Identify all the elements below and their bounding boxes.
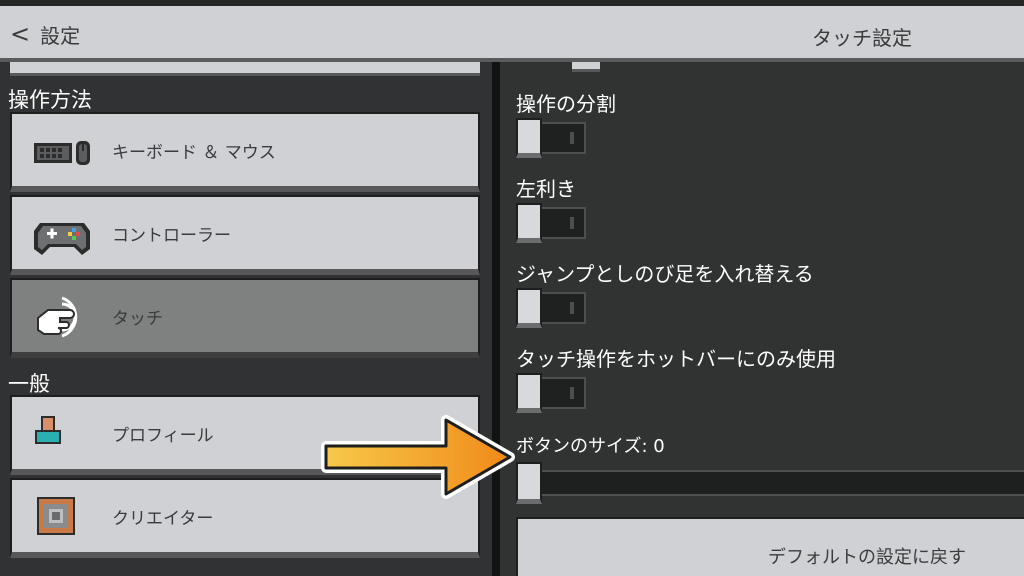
back-button[interactable]: < 設定 xyxy=(10,16,80,52)
toggle-off-mark xyxy=(570,132,574,144)
page-title: タッチ設定 xyxy=(812,26,912,50)
button-size-slider[interactable] xyxy=(516,462,1024,504)
creator-icon xyxy=(37,497,75,535)
keyboard-mouse-icon xyxy=(34,141,90,165)
header-bar: < 設定 タッチ設定 xyxy=(0,6,1024,62)
sidebar-item-controller[interactable]: コントローラー xyxy=(10,195,480,275)
toggle-knob[interactable] xyxy=(516,118,542,158)
toggle-knob[interactable] xyxy=(516,373,542,413)
sidebar-item-label: クリエイター xyxy=(112,508,214,529)
sidebar-item-label: コントローラー xyxy=(112,225,231,246)
button-size-label: ボタンのサイズ: 0 xyxy=(516,436,665,457)
back-label: 設定 xyxy=(40,23,81,48)
sidebar-partial-button[interactable] xyxy=(10,62,480,76)
slider-knob[interactable] xyxy=(516,462,542,504)
slider-track xyxy=(520,470,1024,496)
option-label-left-handed: 左利き xyxy=(516,177,576,201)
pointer-arrow-icon xyxy=(321,415,515,499)
section-label-general: 一般 xyxy=(8,372,50,396)
partial-toggle[interactable] xyxy=(572,62,600,72)
touch-icon xyxy=(37,296,78,338)
toggle-knob[interactable] xyxy=(516,288,542,328)
profile-icon xyxy=(35,416,61,444)
split-controls-toggle[interactable] xyxy=(516,118,588,158)
app-window: < 設定 タッチ設定 操作方法 キーボード ＆ マウス コントローラー タッチ … xyxy=(0,0,1024,576)
reset-defaults-label: デフォルトの設定に戻す xyxy=(768,547,966,568)
section-label-controls: 操作方法 xyxy=(8,88,92,112)
option-label-split-controls: 操作の分割 xyxy=(516,92,616,116)
toggle-knob[interactable] xyxy=(516,203,542,243)
toggle-off-mark xyxy=(570,387,574,399)
left-handed-toggle[interactable] xyxy=(516,203,588,243)
toggle-off-mark xyxy=(570,217,574,229)
controller-icon xyxy=(34,223,90,255)
sidebar-item-touch[interactable]: タッチ xyxy=(10,278,480,358)
sidebar-item-label: プロフィール xyxy=(112,425,214,446)
swap-jump-sneak-toggle[interactable] xyxy=(516,288,588,328)
settings-panel[interactable]: 操作の分割 左利き ジャンプとしのび足を入れ替える タッチ操作をホットバーにのみ… xyxy=(500,62,1024,576)
reset-defaults-button[interactable]: デフォルトの設定に戻す xyxy=(516,517,1024,576)
sidebar-item-label: タッチ xyxy=(112,308,163,329)
toggle-off-mark xyxy=(570,302,574,314)
option-label-swap-jump-sneak: ジャンプとしのび足を入れ替える xyxy=(516,262,814,286)
sidebar-item-label: キーボード ＆ マウス xyxy=(112,142,276,163)
hotbar-only-touch-toggle[interactable] xyxy=(516,373,588,413)
sidebar-item-keyboard-mouse[interactable]: キーボード ＆ マウス xyxy=(10,112,480,192)
option-label-hotbar-only-touch: タッチ操作をホットバーにのみ使用 xyxy=(516,347,836,371)
chevron-left-icon: < xyxy=(10,20,31,48)
